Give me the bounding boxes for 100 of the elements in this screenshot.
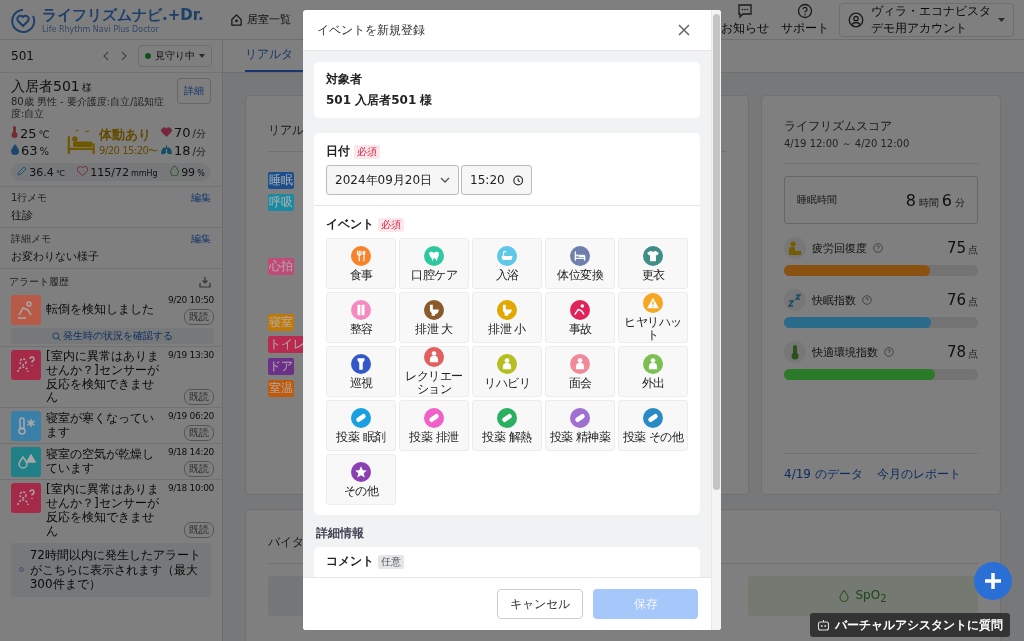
date-select[interactable]: 2024年09月20日 — [326, 165, 460, 195]
caret-icon — [998, 17, 1005, 22]
event-type-option[interactable]: 排泄 小 — [472, 292, 542, 343]
read-badge: 既読 — [184, 389, 214, 406]
score-value: 75 — [946, 239, 966, 257]
event-type-option[interactable]: 口腔ケア — [399, 238, 469, 289]
support-button[interactable]: サポート — [779, 2, 831, 37]
help-icon[interactable] — [873, 243, 883, 253]
account-menu[interactable]: ヴィラ・エコナビスタ デモ用アカウント — [839, 2, 1014, 37]
event-type-option[interactable]: 整容 — [326, 292, 396, 343]
room-list-link[interactable]: 居室一覧 — [247, 12, 291, 27]
read-badge: 既読 — [184, 425, 214, 442]
event-type-option[interactable]: 更衣 — [618, 238, 688, 289]
event-type-option[interactable]: 入浴 — [472, 238, 542, 289]
required-badge: 必須 — [378, 217, 404, 232]
score-label: 疲労回復度 — [812, 240, 867, 256]
alert-message: [室内に異常はありませんか？]センサーが反応を検知できません — [46, 483, 160, 539]
event-type-option[interactable]: 体位変換 — [545, 238, 615, 289]
event-type-option[interactable]: 投薬 解熱 — [472, 400, 542, 451]
event-type-option[interactable]: 投薬 排泄 — [399, 400, 469, 451]
memo-text: お変わりない様子 — [11, 249, 100, 264]
monitoring-status-dropdown[interactable]: 見守り中 — [138, 45, 212, 67]
report-link[interactable]: 今月のレポート — [876, 465, 961, 483]
sensor-tag: 睡眠 — [268, 172, 294, 189]
caret-icon — [199, 54, 205, 58]
read-badge: 既読 — [184, 461, 214, 478]
unit-label: /分 — [192, 145, 206, 159]
vital-reading: 36.4 — [29, 165, 54, 179]
activity-status: 体動あり — [99, 126, 152, 144]
report-link[interactable]: 4/19 のデータ — [784, 465, 863, 483]
time-field[interactable]: 15:20 — [461, 165, 533, 195]
event-type-option[interactable]: 投薬 その他 — [618, 400, 688, 451]
hours-value: 8 — [905, 190, 916, 210]
scrollbar[interactable] — [711, 10, 721, 630]
alert-time: 9/19 06:20 — [168, 411, 214, 422]
event-type-option[interactable]: 排泄 大 — [399, 292, 469, 343]
house-icon — [230, 13, 243, 26]
chevron-right-icon[interactable] — [120, 51, 128, 61]
event-type-option[interactable]: 食事 — [326, 238, 396, 289]
download-icon[interactable] — [199, 276, 211, 288]
unit-label: /分 — [192, 127, 206, 141]
sensor-tag: 寝室 — [268, 314, 294, 331]
bed-icon — [66, 128, 96, 156]
comment-label: コメント — [326, 553, 374, 570]
room-number: 501 — [11, 49, 35, 63]
subject-label: 対象者 — [326, 71, 363, 88]
alert-message: [室内に異常はありませんか？]センサーが反応を検知できません — [46, 350, 160, 406]
read-badge: 既読 — [184, 522, 214, 539]
virtual-assistant-button[interactable]: バーチャルアシスタントに質問 — [810, 613, 1010, 637]
resident-name: 入居者501 — [11, 78, 80, 96]
clock-icon — [512, 174, 524, 186]
alert-message: 寝室が寒くなっています — [46, 412, 155, 440]
card-title: バイタ — [268, 534, 304, 551]
sensor-tag: 室温 — [268, 380, 294, 397]
vital-reading: 70 — [174, 125, 191, 140]
chat-icon — [737, 2, 753, 19]
sensor-tag: ドア — [268, 358, 294, 375]
unit-label: ℃ — [55, 168, 65, 178]
user-circle-icon — [848, 11, 864, 28]
event-type-option[interactable]: 投薬 精神薬 — [545, 400, 615, 451]
card-title: リアル — [268, 122, 304, 139]
score-value: 76 — [946, 291, 966, 309]
event-type-option[interactable]: その他 — [326, 454, 396, 505]
close-icon[interactable] — [678, 24, 690, 36]
score-label: 快適環境指数 — [812, 344, 878, 360]
vital-reading: 99 — [181, 166, 196, 179]
event-type-option[interactable]: 事故 — [545, 292, 615, 343]
details-section-title: 詳細情報 — [316, 525, 365, 542]
heart-icon — [161, 127, 172, 137]
event-type-option[interactable]: 投薬 眠剤 — [326, 400, 396, 451]
sensor-tag: 心拍 — [268, 258, 294, 275]
status-dot-icon — [145, 53, 151, 59]
vital-reading: 115/72 — [90, 165, 129, 179]
chevron-left-icon[interactable] — [102, 51, 110, 61]
minutes-value: 6 — [941, 190, 952, 210]
dialog-title: イベントを新規登録 — [317, 21, 425, 39]
score-title: ライフリズムスコア — [784, 118, 893, 135]
sensor-tag: 呼吸 — [268, 194, 294, 211]
event-type-option[interactable]: 巡視 — [326, 346, 396, 397]
room-reading: 25 — [20, 126, 37, 141]
event-type-option[interactable]: レクリエーション — [399, 346, 469, 397]
read-badge: 既読 — [184, 309, 214, 325]
event-type-option[interactable]: 面会 — [545, 346, 615, 397]
help-icon[interactable] — [862, 295, 872, 305]
unit-label: % — [197, 169, 205, 178]
score-period: 4/19 12:00 ～ 4/20 12:00 — [784, 137, 911, 151]
unit-label: 点 — [968, 295, 978, 309]
notifications-button[interactable]: お知らせ — [719, 2, 771, 37]
unit-label: ℃ — [38, 129, 50, 140]
help-icon[interactable] — [884, 347, 894, 357]
sleep-icon — [784, 289, 806, 311]
resident-profile: 80歳 男性 - 要介護度:自立/認知症度:自立 — [11, 96, 165, 120]
score-label: 快眠指数 — [812, 292, 856, 308]
event-type-option[interactable]: リハビリ — [472, 346, 542, 397]
event-label: イベント — [326, 216, 374, 233]
robot-icon — [817, 619, 830, 631]
cancel-button[interactable]: キャンセル — [497, 589, 583, 619]
droplet-icon — [839, 590, 850, 602]
event-type-option[interactable]: ヒヤリハット — [618, 292, 688, 343]
event-type-option[interactable]: 外出 — [618, 346, 688, 397]
